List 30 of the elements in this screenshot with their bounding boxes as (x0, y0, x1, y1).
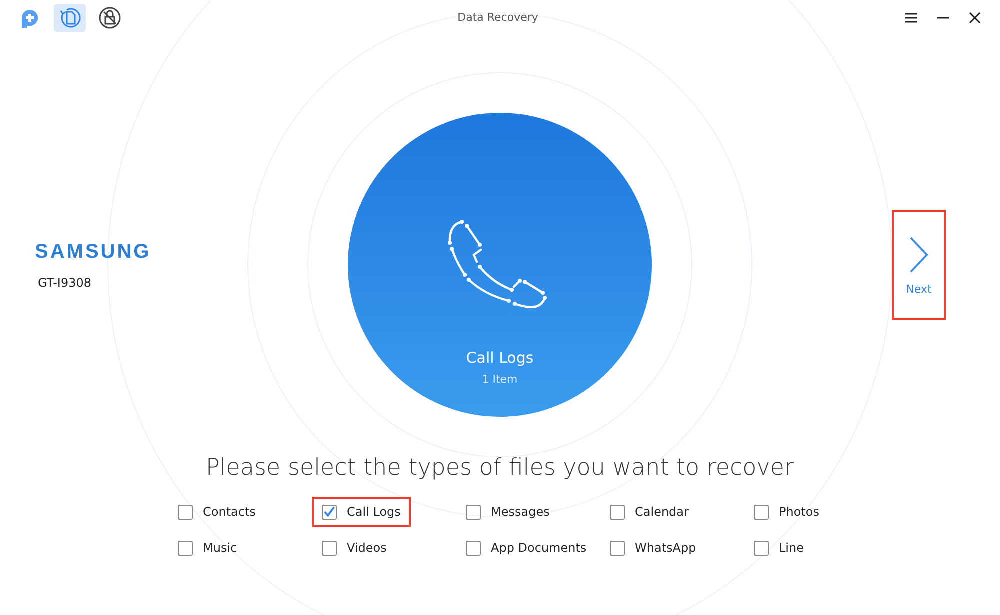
checkbox[interactable] (610, 540, 625, 556)
checkbox[interactable] (754, 540, 769, 556)
checkbox[interactable] (466, 504, 481, 520)
file-type-option[interactable]: Photos (744, 497, 830, 527)
device-model: GT-I9308 (37, 276, 93, 290)
checkbox[interactable] (322, 540, 337, 556)
checkbox[interactable] (466, 540, 481, 556)
file-type-option[interactable]: Line (744, 533, 814, 563)
checkbox[interactable] (178, 504, 193, 520)
menu-icon[interactable] (904, 10, 918, 24)
file-type-option[interactable]: WhatsApp (600, 533, 706, 563)
file-type-option[interactable]: App Documents (456, 533, 597, 563)
checkbox[interactable] (754, 504, 769, 520)
preview-title: Call Logs (466, 349, 534, 367)
file-type-option[interactable]: Calendar (600, 497, 699, 527)
instruction-heading: Please select the types of files you want to recover (205, 455, 795, 481)
file-type-option[interactable]: Music (168, 533, 248, 563)
file-type-option[interactable]: Videos (312, 533, 397, 563)
checkbox[interactable] (178, 540, 193, 556)
item-count: 1 Item (482, 373, 518, 386)
file-type-option[interactable]: Contacts (168, 497, 266, 527)
next-button[interactable]: Next (892, 210, 946, 320)
close-icon[interactable] (968, 10, 982, 24)
checkbox[interactable] (322, 504, 337, 520)
file-type-option[interactable]: Messages (456, 497, 560, 527)
file-restore-icon[interactable] (54, 4, 86, 32)
file-type-option[interactable]: Call Logs (312, 497, 411, 527)
checkbox[interactable] (610, 504, 625, 520)
window-title: Data Recovery (456, 11, 540, 24)
brand-logo: SAMSUNG (35, 240, 152, 264)
